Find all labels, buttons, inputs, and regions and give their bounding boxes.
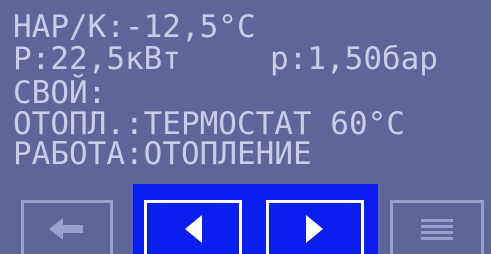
triangle-right-icon [304,213,326,245]
outside-temperature-line: НАР/К:-12,5°С [13,9,256,45]
previous-button[interactable] [144,200,242,254]
menu-lines-icon [417,216,457,242]
source-line: СВОЙ: [13,75,107,111]
power-line: Р:22,5кВт [13,41,181,77]
menu-button[interactable] [390,200,484,254]
back-button[interactable] [21,200,113,254]
operation-status-line: РАБОТА:ОТОПЛЕНИЕ [13,136,312,172]
triangle-left-icon [182,213,204,245]
thermostat-display: НАР/К:-12,5°С Р:22,5кВт р:1,50бар СВОЙ: … [0,0,491,254]
next-button[interactable] [266,200,364,254]
arrow-left-icon [47,214,87,244]
pressure-value: р:1,50бар [270,41,438,77]
